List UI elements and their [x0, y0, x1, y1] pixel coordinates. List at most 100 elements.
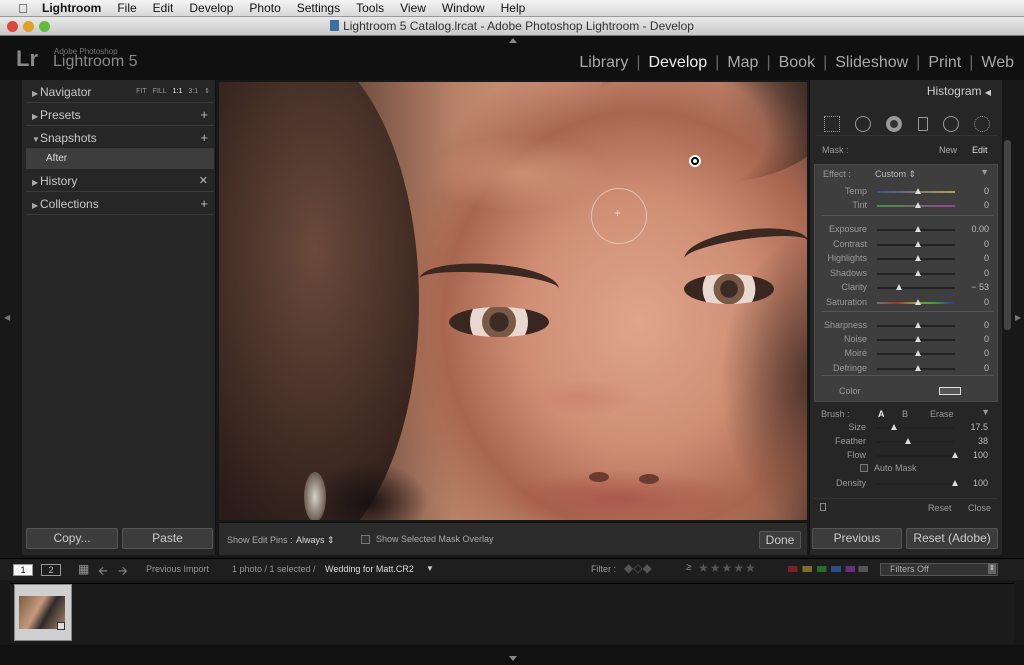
- show-edit-pins-select[interactable]: Always ⇕: [296, 535, 335, 546]
- module-map[interactable]: Map: [725, 54, 760, 72]
- module-book[interactable]: Book: [777, 54, 817, 72]
- menu-settings[interactable]: Settings: [297, 1, 340, 15]
- slider-shadows[interactable]: Shadows 0: [815, 267, 999, 281]
- module-print[interactable]: Print: [926, 54, 963, 72]
- clear-history-icon[interactable]: ✕: [199, 170, 208, 192]
- right-panel-toggle-icon[interactable]: ▶: [1015, 313, 1021, 322]
- menu-view[interactable]: View: [400, 1, 426, 15]
- navigator-header[interactable]: ▶ Navigator FIT FILL 1:1 3:1 ⇕: [26, 81, 214, 103]
- histogram-header[interactable]: Histogram ◀: [810, 80, 1003, 102]
- apple-icon[interactable]: : [14, 1, 32, 16]
- graduated-filter-tool-icon[interactable]: [917, 116, 928, 131]
- zoom-3-1[interactable]: 3:1: [188, 88, 198, 95]
- slider-knob-icon[interactable]: [915, 322, 921, 328]
- slider-track[interactable]: [877, 287, 955, 289]
- back-arrow-icon[interactable]: 🡨: [98, 562, 108, 583]
- panel-switch-icon[interactable]: [820, 503, 826, 511]
- slider-track[interactable]: [876, 441, 954, 444]
- minimize-window-button[interactable]: [23, 21, 34, 32]
- slider-highlights[interactable]: Highlights 0: [815, 252, 999, 266]
- add-snapshot-icon[interactable]: +: [200, 127, 208, 149]
- reset-link[interactable]: Reset: [928, 503, 952, 513]
- slider-value[interactable]: 0.00: [971, 224, 989, 234]
- history-header[interactable]: ▶ History ✕: [26, 170, 214, 192]
- snapshots-header[interactable]: ▼Snapshots +: [26, 127, 214, 149]
- slider-value[interactable]: 0: [984, 320, 989, 330]
- slider-knob-icon[interactable]: [905, 438, 911, 445]
- auto-mask-checkbox[interactable]: [860, 464, 868, 472]
- filmstrip-source[interactable]: Previous Import: [146, 564, 209, 574]
- slider-value[interactable]: 17.5: [970, 422, 988, 432]
- menu-tools[interactable]: Tools: [356, 1, 384, 15]
- crop-overlay-tool-icon[interactable]: [823, 115, 840, 132]
- slider-sharpness[interactable]: Sharpness 0: [815, 319, 999, 333]
- collections-header[interactable]: ▶ Collections +: [26, 193, 214, 215]
- effect-preset-select[interactable]: Custom ⇕: [875, 169, 916, 180]
- menu-file[interactable]: File: [117, 1, 136, 15]
- slider-knob-icon[interactable]: [915, 255, 921, 261]
- add-preset-icon[interactable]: +: [200, 104, 208, 126]
- slider-contrast[interactable]: Contrast 0: [815, 238, 999, 252]
- radial-filter-tool-icon[interactable]: [942, 115, 959, 132]
- slider-value[interactable]: 100: [973, 450, 988, 460]
- slider-value[interactable]: 0: [984, 334, 989, 344]
- adjustment-brush-tool-icon[interactable]: [974, 115, 991, 132]
- second-window-button[interactable]: 2: [41, 564, 61, 576]
- menu-window[interactable]: Window: [442, 1, 485, 15]
- slider-noise[interactable]: Noise 0: [815, 333, 999, 347]
- bottom-panel-toggle-icon[interactable]: [509, 656, 517, 661]
- color-label-filter-icons[interactable]: [788, 566, 868, 572]
- main-window-button[interactable]: 1: [13, 564, 33, 576]
- red-eye-tool-icon[interactable]: [886, 115, 903, 132]
- slider-knob-icon[interactable]: [915, 336, 921, 343]
- reset-adobe-button[interactable]: Reset (Adobe): [906, 528, 998, 549]
- filename-dropdown-icon[interactable]: ▼: [426, 564, 434, 573]
- slider-temp[interactable]: Temp 0: [815, 185, 999, 199]
- module-slideshow[interactable]: Slideshow: [833, 54, 910, 72]
- flag-filter-icons[interactable]: ◆◇◆: [624, 561, 652, 575]
- color-swatch[interactable]: [939, 387, 961, 395]
- add-collection-icon[interactable]: +: [200, 193, 208, 215]
- adjustment-brush-pin-icon[interactable]: [689, 155, 701, 167]
- slider-value[interactable]: 0: [984, 348, 989, 358]
- effect-collapse-triangle-icon[interactable]: ▼: [980, 167, 989, 177]
- top-panel-toggle-icon[interactable]: [509, 38, 517, 43]
- zoom-1-1[interactable]: 1:1: [173, 88, 183, 95]
- right-panel-scrollbar[interactable]: [1004, 140, 1011, 330]
- zoom-window-button[interactable]: [39, 21, 50, 32]
- slider-value[interactable]: 100: [973, 478, 988, 488]
- slider-density[interactable]: Density 100: [814, 477, 998, 491]
- slider-knob-icon[interactable]: [915, 350, 921, 357]
- slider-value[interactable]: 0: [984, 253, 989, 263]
- slider-value[interactable]: 0: [984, 186, 989, 196]
- slider-knob-icon[interactable]: [915, 364, 921, 371]
- photo-preview[interactable]: [219, 82, 807, 520]
- slider-tint[interactable]: Tint 0: [815, 199, 999, 213]
- presets-header[interactable]: ▶ Presets +: [26, 104, 214, 126]
- slider-knob-icon[interactable]: [915, 298, 921, 305]
- slider-value[interactable]: − 53: [971, 282, 989, 292]
- filmstrip-filename[interactable]: Wedding for Matt.CR2: [325, 564, 414, 574]
- slider-knob-icon[interactable]: [891, 424, 897, 430]
- paste-button[interactable]: Paste: [122, 528, 213, 549]
- menu-edit[interactable]: Edit: [153, 1, 174, 15]
- grid-view-icon[interactable]: ▦: [78, 562, 89, 576]
- slider-clarity[interactable]: Clarity − 53: [815, 281, 999, 295]
- slider-value[interactable]: 0: [984, 239, 989, 249]
- slider-knob-icon[interactable]: [915, 226, 921, 232]
- slider-track[interactable]: [876, 483, 954, 485]
- slider-exposure[interactable]: Exposure 0.00: [815, 223, 999, 237]
- slider-knob-icon[interactable]: [952, 452, 958, 459]
- slider-moir[interactable]: Moiré 0: [815, 347, 999, 361]
- slider-track[interactable]: [876, 455, 954, 458]
- copy-button[interactable]: Copy...: [26, 528, 118, 549]
- filter-preset-select[interactable]: Filters Off: [880, 563, 998, 576]
- slider-knob-icon[interactable]: [915, 188, 921, 194]
- module-develop[interactable]: Develop: [646, 54, 709, 72]
- slider-feather[interactable]: Feather 38: [814, 435, 998, 449]
- brush-a-button[interactable]: A: [878, 409, 885, 419]
- slider-knob-icon[interactable]: [896, 284, 902, 290]
- previous-button[interactable]: Previous: [812, 528, 902, 549]
- slider-track[interactable]: [876, 427, 954, 429]
- zoom-stepper-icon[interactable]: ⇕: [204, 88, 210, 95]
